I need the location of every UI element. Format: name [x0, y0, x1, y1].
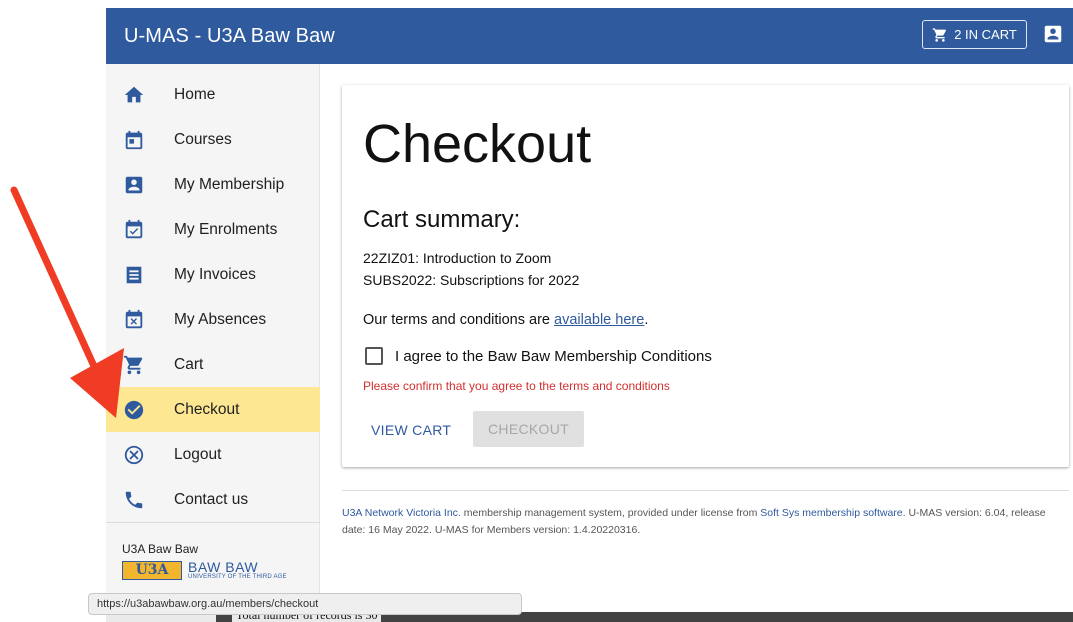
- sidebar-item-label: My Enrolments: [174, 220, 278, 238]
- sidebar-divider: [106, 522, 320, 523]
- cart-summary-heading: Cart summary:: [363, 206, 521, 233]
- cart-item: SUBS2022: Subscriptions for 2022: [363, 272, 580, 288]
- terms-link[interactable]: available here: [554, 312, 644, 328]
- event-available-icon: [123, 219, 145, 241]
- sidebar-item-label: My Absences: [174, 310, 267, 328]
- footer-link-u3a-network[interactable]: U3A Network Victoria Inc.: [342, 507, 461, 519]
- account-box-icon: [123, 174, 145, 196]
- agree-label[interactable]: I agree to the Baw Baw Membership Condit…: [395, 348, 712, 365]
- org-name: U3A Baw Baw: [122, 542, 199, 556]
- logo-badge: U3A: [122, 560, 182, 580]
- account-box-icon[interactable]: [1042, 23, 1064, 45]
- check-circle-icon: [123, 399, 145, 421]
- terms-suffix: .: [644, 312, 649, 328]
- calendar-icon: [123, 129, 145, 151]
- sidebar-item-my-invoices[interactable]: My Invoices: [106, 252, 320, 297]
- sidebar: Home Courses My Membership My Enrolments…: [106, 64, 320, 622]
- sidebar-item-my-membership[interactable]: My Membership: [106, 162, 320, 207]
- sidebar-item-home[interactable]: Home: [106, 72, 320, 117]
- terms-error-message: Please confirm that you agree to the ter…: [363, 379, 670, 393]
- cart-icon: [123, 354, 145, 376]
- sidebar-item-label: Home: [174, 85, 216, 103]
- sidebar-item-my-absences[interactable]: My Absences: [106, 297, 320, 342]
- logo-main-text: BAW BAW: [188, 559, 259, 575]
- sidebar-item-checkout[interactable]: Checkout: [106, 387, 320, 432]
- sidebar-item-label: Checkout: [174, 400, 240, 418]
- home-icon: [123, 84, 145, 106]
- sidebar-item-label: Cart: [174, 355, 204, 373]
- view-cart-button[interactable]: VIEW CART: [363, 413, 459, 447]
- agree-checkbox-row[interactable]: I agree to the Baw Baw Membership Condit…: [365, 347, 712, 365]
- sidebar-item-courses[interactable]: Courses: [106, 117, 320, 162]
- logo-sub-text: UNIVERSITY OF THE THIRD AGE: [188, 574, 287, 580]
- app-title: U-MAS - U3A Baw Baw: [124, 24, 335, 47]
- app-bar: U-MAS - U3A Baw Baw 2 IN CART: [106, 8, 1073, 64]
- phone-icon: [123, 489, 145, 511]
- agree-checkbox[interactable]: [365, 347, 383, 365]
- browser-status-url: https://u3abawbaw.org.au/members/checkou…: [88, 593, 522, 615]
- event-busy-icon: [123, 309, 145, 331]
- checkout-button[interactable]: CHECKOUT: [473, 411, 584, 447]
- cart-count-button[interactable]: 2 IN CART: [922, 20, 1027, 49]
- footer-text: U3A Network Victoria Inc. membership man…: [342, 505, 1067, 539]
- receipt-icon: [123, 264, 145, 286]
- sidebar-item-contact-us[interactable]: Contact us: [106, 477, 320, 522]
- page-title: Checkout: [363, 114, 592, 174]
- cart-icon: [932, 27, 947, 42]
- sidebar-item-label: My Membership: [174, 175, 285, 193]
- terms-text: Our terms and conditions are available h…: [363, 312, 648, 328]
- footer-divider: [342, 490, 1069, 491]
- sidebar-item-logout[interactable]: Logout: [106, 432, 320, 477]
- cart-count-label: 2 IN CART: [954, 27, 1017, 42]
- sidebar-item-label: My Invoices: [174, 265, 256, 283]
- checkout-card: Checkout Cart summary: 22ZIZ01: Introduc…: [342, 85, 1069, 467]
- sidebar-item-label: Logout: [174, 445, 222, 463]
- terms-prefix: Our terms and conditions are: [363, 312, 555, 328]
- u3a-logo: U3A BAW BAW UNIVERSITY OF THE THIRD AGE: [122, 560, 287, 580]
- sidebar-item-cart[interactable]: Cart: [106, 342, 320, 387]
- sidebar-item-label: Courses: [174, 130, 232, 148]
- sidebar-item-label: Contact us: [174, 490, 249, 508]
- cancel-circle-icon: [123, 444, 145, 466]
- footer-text-part: membership management system, provided u…: [460, 507, 761, 519]
- cart-item: 22ZIZ01: Introduction to Zoom: [363, 250, 552, 266]
- footer-link-soft-sys[interactable]: Soft Sys membership software: [760, 507, 902, 519]
- sidebar-item-my-enrolments[interactable]: My Enrolments: [106, 207, 320, 252]
